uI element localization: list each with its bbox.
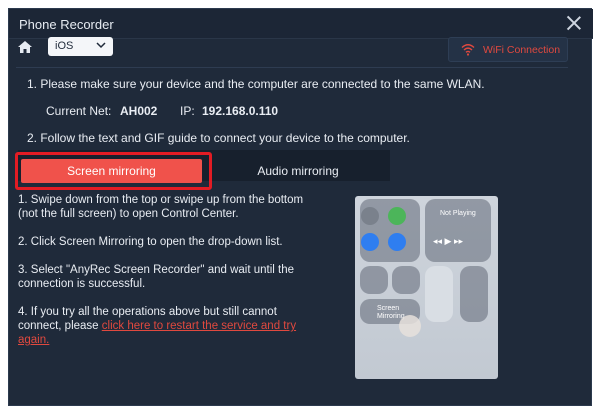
instruction-step-2: 2. Follow the text and GIF guide to conn… [27, 131, 410, 145]
guide-step-3: 3. Select "AnyRec Screen Recorder" and w… [18, 264, 294, 290]
guide-step-2: 2. Click Screen Mirroring to open the dr… [18, 236, 283, 248]
brightness-slider [425, 266, 453, 322]
playback-controls-icon: ◂◂ ▶ ▸▸ [433, 236, 463, 246]
window-title: Phone Recorder [19, 17, 114, 32]
tap-indicator [399, 315, 421, 337]
home-icon[interactable] [17, 40, 33, 54]
ip-label: IP: [180, 104, 195, 118]
volume-slider [460, 266, 488, 322]
bluetooth-icon [388, 233, 406, 251]
airplane-icon [361, 207, 379, 225]
platform-select-value: iOS [55, 40, 74, 52]
guide-steps: 1. Swipe down from the top or swipe up f… [18, 193, 308, 361]
current-net-value: AH002 [120, 104, 158, 118]
rotation-lock-icon [360, 266, 388, 294]
wifi-connection-button[interactable]: WiFi Connection [448, 37, 568, 62]
chevron-down-icon [96, 42, 106, 49]
do-not-disturb-icon [392, 266, 420, 294]
now-playing-tile [425, 199, 491, 262]
control-center-preview: Not Playing ◂◂ ▶ ▸▸ Screen Mirroring [355, 196, 498, 379]
ip-value: 192.168.0.110 [202, 104, 279, 118]
highlight-box [15, 152, 212, 190]
instruction-step-1: 1. Please make sure your device and the … [27, 77, 485, 91]
close-icon[interactable] [565, 14, 583, 32]
wifi-toggle-icon [361, 233, 379, 251]
current-net-label: Current Net: [46, 104, 112, 118]
guide-step-4: 4. If you try all the operations above b… [18, 305, 308, 347]
tab-audio-mirroring[interactable]: Audio mirroring [212, 159, 384, 183]
wifi-connection-label: WiFi Connection [483, 44, 561, 56]
divider [16, 67, 568, 68]
now-playing-label: Not Playing [440, 210, 476, 217]
platform-select[interactable]: iOS [48, 37, 113, 56]
cellular-icon [388, 207, 406, 225]
guide-step-1: 1. Swipe down from the top or swipe up f… [18, 194, 304, 220]
wifi-icon [461, 44, 475, 56]
title-bar: Phone Recorder [9, 9, 593, 39]
